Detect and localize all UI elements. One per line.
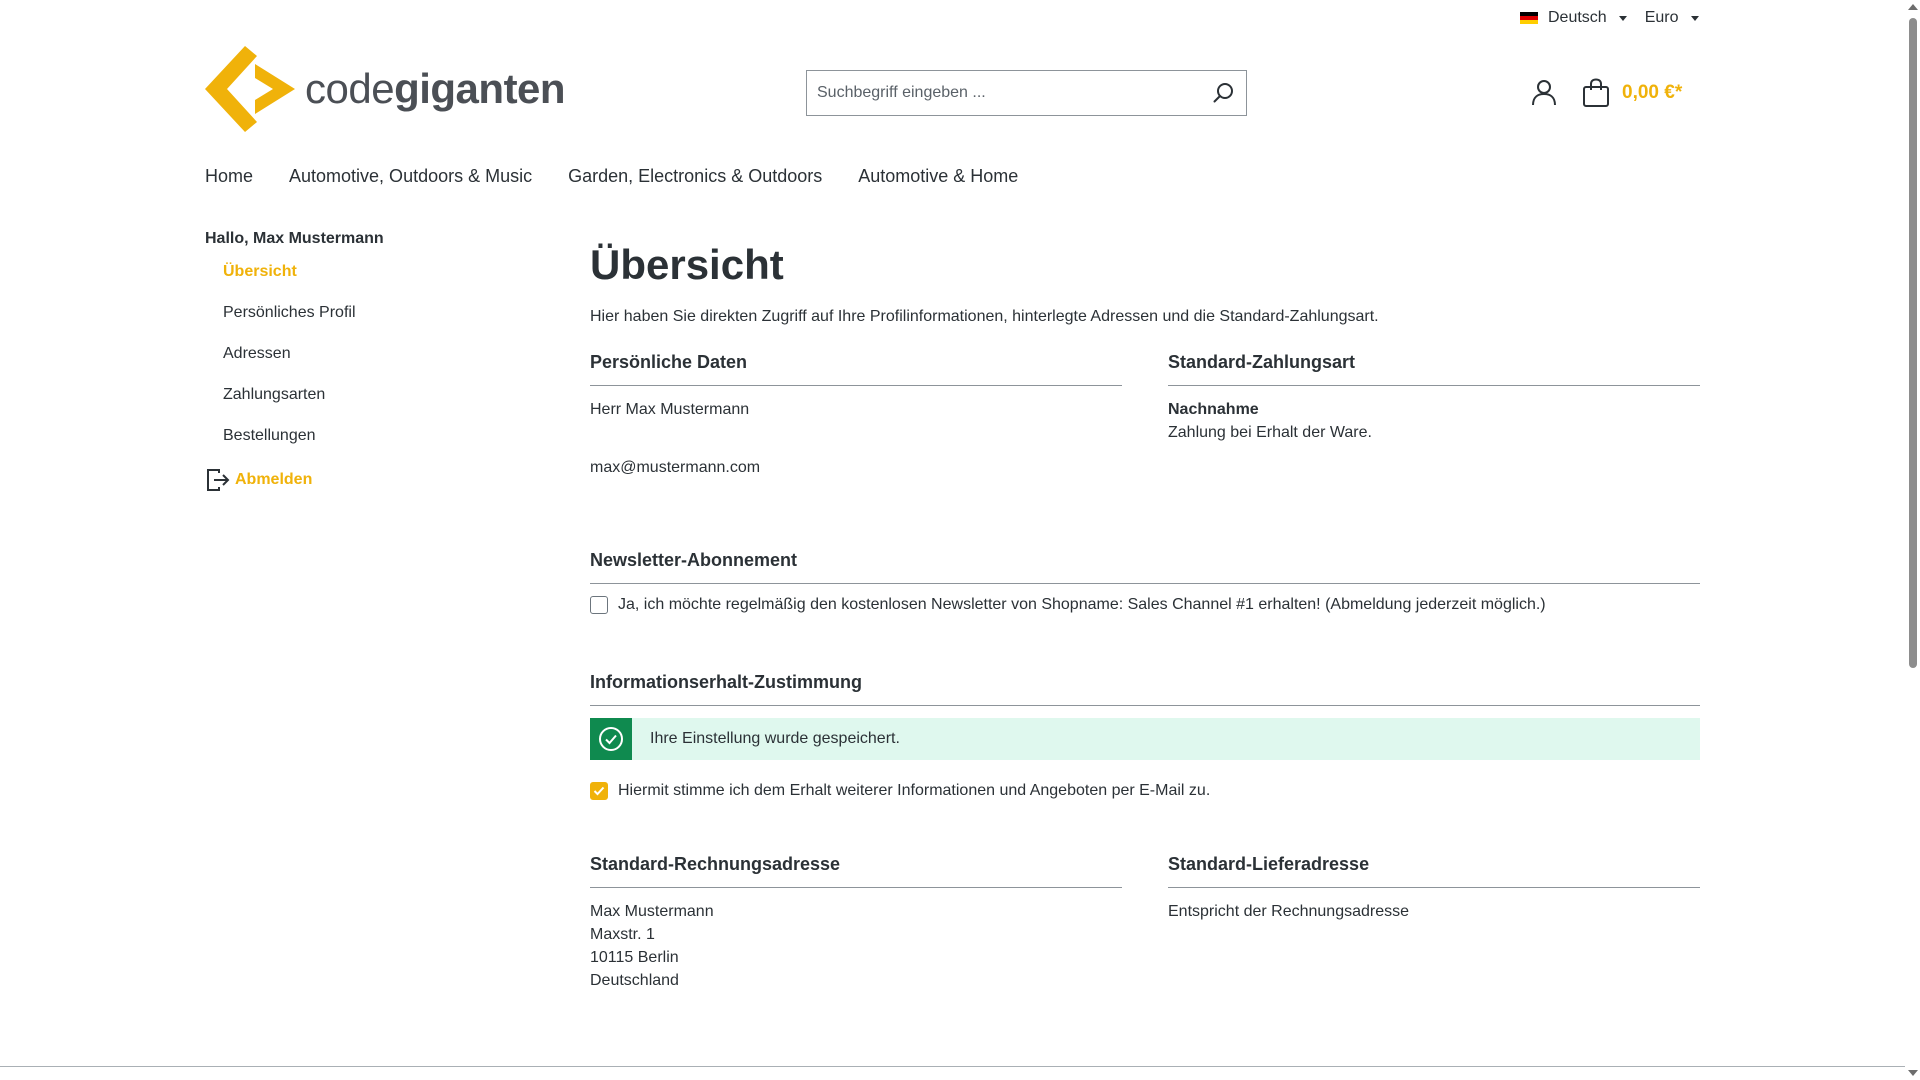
- scroll-down-icon[interactable]: [1908, 1070, 1918, 1076]
- consent-checkbox-row[interactable]: Hiermit stimme ich dem Erhalt weiterer I…: [590, 782, 1700, 800]
- nav-item-home[interactable]: Home: [205, 166, 253, 187]
- payment-method-title: Standard-Zahlungsart: [1168, 352, 1700, 386]
- sidebar-item-overview[interactable]: Übersicht: [223, 260, 565, 301]
- account-overview: Übersicht Hier haben Sie direkten Zugrif…: [590, 240, 1700, 992]
- logout-icon: [207, 469, 230, 491]
- nav-item-automotive-outdoors-music[interactable]: Automotive, Outdoors & Music: [289, 166, 532, 187]
- search-form: [806, 70, 1247, 116]
- logo[interactable]: codegiganten: [205, 46, 566, 132]
- logout-link[interactable]: Abmelden: [205, 467, 565, 493]
- search-input[interactable]: [807, 71, 1202, 115]
- sidebar-item-payment-methods[interactable]: Zahlungsarten: [223, 383, 565, 424]
- newsletter-checkbox-row[interactable]: Ja, ich möchte regelmäßig den kostenlose…: [590, 596, 1700, 614]
- currency-label: Euro: [1644, 9, 1679, 26]
- sidebar-item-orders[interactable]: Bestellungen: [223, 424, 565, 465]
- billing-address-card: Standard-Rechnungsadresse Max Mustermann…: [590, 854, 1122, 992]
- checkmark-icon: [593, 786, 605, 796]
- check-circle-icon: [599, 727, 623, 751]
- cart-button[interactable]: 0,00 €*: [1582, 78, 1682, 108]
- nav-item-automotive-home[interactable]: Automotive & Home: [858, 166, 1018, 187]
- payment-method-description: Zahlung bei Erhalt der Ware.: [1168, 424, 1372, 441]
- page-title: Übersicht: [590, 241, 784, 288]
- greeting: Hallo, Max Mustermann: [205, 230, 384, 247]
- shipping-address-text: Entspricht der Rechnungsadresse: [1168, 903, 1410, 920]
- language-dropdown[interactable]: Deutsch: [1520, 9, 1627, 27]
- germany-flag-icon: [1520, 12, 1538, 24]
- newsletter-title: Newsletter-Abonnement: [590, 550, 1700, 584]
- alert-icon-box: [590, 718, 632, 760]
- personal-data-title: Persönliche Daten: [590, 352, 1122, 386]
- page-intro: Hier haben Sie direkten Zugriff auf Ihre…: [590, 308, 1379, 325]
- page: Deutsch Euro codegiganten Suchbegriff ei…: [0, 0, 1905, 1080]
- cart-total: 0,00 €*: [1622, 82, 1683, 103]
- billing-address-line: 10115 Berlin: [590, 949, 679, 966]
- logo-mark-icon: [205, 46, 295, 132]
- alert-message: Ihre Einstellung wurde gespeichert.: [650, 730, 900, 747]
- main-navigation: Home Automotive, Outdoors & Music Garden…: [205, 166, 1018, 187]
- billing-address-title: Standard-Rechnungsadresse: [590, 854, 1122, 888]
- newsletter-section: Newsletter-Abonnement Ja, ich möchte reg…: [590, 550, 1700, 672]
- billing-address-line: Max Mustermann: [590, 903, 714, 920]
- search-button[interactable]: [1202, 71, 1246, 115]
- shipping-address-title: Standard-Lieferadresse: [1168, 854, 1700, 888]
- language-label: Deutsch: [1548, 9, 1607, 26]
- profile-payment-row: Persönliche Daten Herr Max Mustermann ma…: [590, 352, 1700, 550]
- topbar: Deutsch Euro: [1520, 0, 1699, 36]
- success-alert: Ihre Einstellung wurde gespeichert.: [590, 718, 1700, 760]
- account-button[interactable]: [1530, 78, 1560, 108]
- scroll-thumb[interactable]: [1909, 18, 1917, 668]
- payment-method-card: Standard-Zahlungsart Nachnahme Zahlung b…: [1168, 352, 1700, 550]
- newsletter-label: Ja, ich möchte regelmäßig den kostenlose…: [618, 596, 1546, 613]
- chevron-down-icon: [1618, 15, 1627, 21]
- logo-text: codegiganten: [305, 65, 566, 112]
- consent-title: Informationserhalt-Zustimmung: [590, 672, 1700, 706]
- billing-address-line: Deutschland: [590, 972, 679, 989]
- search-icon: [1213, 83, 1233, 103]
- account-menu: Übersicht Persönliches Profil Adressen Z…: [205, 260, 565, 465]
- personal-email: max@mustermann.com: [590, 459, 761, 476]
- user-icon: [1532, 80, 1556, 106]
- sidebar-item-addresses[interactable]: Adressen: [223, 342, 565, 383]
- sidebar-item-profile[interactable]: Persönliches Profil: [223, 301, 565, 342]
- nav-item-garden-electronics-outdoors[interactable]: Garden, Electronics & Outdoors: [568, 166, 822, 187]
- shopping-bag-icon: [1583, 78, 1609, 107]
- logout-label: Abmelden: [235, 471, 313, 488]
- account-sidebar: Hallo, Max Mustermann Übersicht Persönli…: [205, 230, 565, 493]
- currency-dropdown[interactable]: Euro: [1645, 9, 1699, 27]
- billing-address-line: Maxstr. 1: [590, 926, 655, 943]
- newsletter-checkbox[interactable]: [590, 596, 608, 614]
- consent-checkbox[interactable]: [590, 782, 608, 800]
- footer-divider: [0, 1066, 1905, 1067]
- personal-name: Herr Max Mustermann: [590, 401, 750, 418]
- scrollbar[interactable]: [1905, 0, 1920, 1080]
- scroll-up-icon[interactable]: [1908, 4, 1918, 10]
- consent-label: Hiermit stimme ich dem Erhalt weiterer I…: [618, 782, 1211, 799]
- chevron-down-icon: [1690, 15, 1699, 21]
- addresses-row: Standard-Rechnungsadresse Max Mustermann…: [590, 854, 1700, 992]
- payment-method-name: Nachnahme: [1168, 401, 1259, 418]
- personal-data-card: Persönliche Daten Herr Max Mustermann ma…: [590, 352, 1122, 550]
- consent-section: Informationserhalt-Zustimmung Ihre Einst…: [590, 672, 1700, 854]
- shipping-address-card: Standard-Lieferadresse Entspricht der Re…: [1168, 854, 1700, 992]
